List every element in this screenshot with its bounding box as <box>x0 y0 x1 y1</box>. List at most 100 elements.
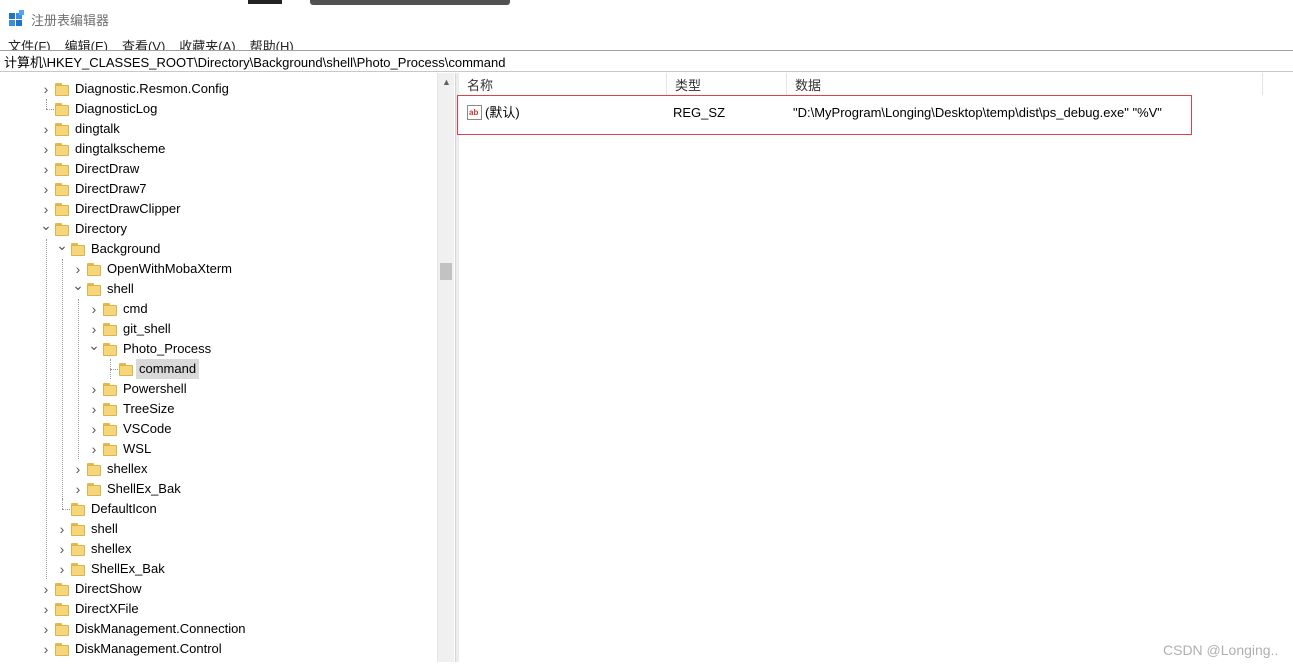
tree-node-label[interactable]: DirectDraw <box>72 159 142 179</box>
tree-node-label[interactable]: dingtalkscheme <box>72 139 168 159</box>
registry-tree[interactable]: › Diagnostic.Resmon.Config DiagnosticLog › d… <box>0 73 455 662</box>
tree-node-label[interactable]: cmd <box>120 299 151 319</box>
tree-node[interactable]: › shellex <box>0 459 437 479</box>
address-bar[interactable]: 计算机\HKEY_CLASSES_ROOT\Directory\Backgrou… <box>0 50 1293 72</box>
scroll-thumb[interactable] <box>440 263 452 280</box>
tree-node[interactable]: › DirectShow <box>0 579 437 599</box>
tree-node[interactable]: › OpenWithMobaXterm <box>0 259 437 279</box>
tree-node[interactable]: › dingtalkscheme <box>0 139 437 159</box>
chevron-right-icon[interactable]: › <box>40 639 52 659</box>
tree-node-label[interactable]: ShellEx_Bak <box>88 559 168 579</box>
address-path[interactable]: 计算机\HKEY_CLASSES_ROOT\Directory\Backgrou… <box>4 52 505 71</box>
chevron-right-icon[interactable]: › <box>40 179 52 199</box>
chevron-right-icon[interactable]: › <box>40 659 52 662</box>
tree-node-label[interactable]: Photo_Process <box>120 339 214 359</box>
tree-node[interactable]: › shellex <box>0 539 437 559</box>
tree-node[interactable]: › DirectDrawClipper <box>0 199 437 219</box>
tree-node[interactable]: › Powershell <box>0 379 437 399</box>
folder-icon <box>55 123 71 136</box>
tree-node[interactable]: ⌄ shell <box>0 277 437 299</box>
chevron-down-icon[interactable]: ⌄ <box>56 235 68 255</box>
tree-node[interactable]: › VSCode <box>0 419 437 439</box>
chevron-right-icon[interactable]: › <box>72 479 84 499</box>
tree-node-label[interactable]: WSL <box>120 439 154 459</box>
chevron-right-icon[interactable]: › <box>40 579 52 599</box>
scroll-up-icon[interactable]: ▲ <box>438 73 455 90</box>
column-header-name[interactable]: 名称 <box>459 73 667 95</box>
tree-node-label[interactable]: DirectShow <box>72 579 144 599</box>
tree-node[interactable]: › TreeSize <box>0 399 437 419</box>
tree-node-label[interactable]: Powershell <box>120 379 190 399</box>
title-bar[interactable]: 注册表编辑器 <box>0 6 1293 32</box>
value-row[interactable]: ab (默认) REG_SZ "D:\MyProgram\Longing\Des… <box>459 102 1293 124</box>
tree-node[interactable]: › cmd <box>0 299 437 319</box>
tree-node[interactable]: DefaultIcon <box>0 499 437 519</box>
tree-node[interactable]: › git_shell <box>0 319 437 339</box>
chevron-right-icon[interactable]: › <box>88 299 100 319</box>
tree-node[interactable]: ⌄ Photo_Process <box>0 337 437 359</box>
tree-node[interactable]: command <box>0 359 437 379</box>
tree-node-label[interactable]: VSCode <box>120 419 174 439</box>
tree-node-label[interactable]: DiskManagement.DataObject <box>72 659 248 662</box>
tree-scrollbar[interactable]: ▲ <box>437 73 454 662</box>
chevron-right-icon[interactable]: › <box>40 159 52 179</box>
tree-node-label[interactable]: DiagnosticLog <box>72 99 160 119</box>
tree-node-label[interactable]: Diagnostic.Resmon.Config <box>72 79 232 99</box>
tree-node-label[interactable]: git_shell <box>120 319 174 339</box>
chevron-right-icon[interactable]: › <box>40 139 52 159</box>
tree-node-label[interactable]: TreeSize <box>120 399 178 419</box>
tree-node-label[interactable]: DiskManagement.Control <box>72 639 225 659</box>
column-header-type[interactable]: 类型 <box>667 73 787 95</box>
tree-node[interactable]: › DiskManagement.Control <box>0 639 437 659</box>
tree-node-label[interactable]: DefaultIcon <box>88 499 160 519</box>
tree-node[interactable]: › DiskManagement.Connection <box>0 619 437 639</box>
tree-node-label[interactable]: OpenWithMobaXterm <box>104 259 235 279</box>
chevron-right-icon[interactable]: › <box>72 459 84 479</box>
tree-node[interactable]: › Diagnostic.Resmon.Config <box>0 79 437 99</box>
chevron-right-icon[interactable]: › <box>88 379 100 399</box>
tree-node-label[interactable]: shellex <box>104 459 150 479</box>
chevron-right-icon[interactable]: › <box>40 599 52 619</box>
tree-node-label[interactable]: DiskManagement.Connection <box>72 619 249 639</box>
tree-node-label[interactable]: Directory <box>72 219 130 239</box>
tree-node[interactable]: › ShellEx_Bak <box>0 479 437 499</box>
tree-node-label[interactable]: shell <box>104 279 137 299</box>
tree-node[interactable]: › DirectDraw <box>0 159 437 179</box>
tree-node-label[interactable]: DirectXFile <box>72 599 142 619</box>
folder-icon <box>71 563 87 576</box>
tree-node[interactable]: › DirectDraw7 <box>0 179 437 199</box>
value-name[interactable]: (默认) <box>485 102 520 124</box>
folder-icon <box>55 83 71 96</box>
chevron-right-icon[interactable]: › <box>40 79 52 99</box>
tree-node[interactable]: › shell <box>0 519 437 539</box>
chevron-right-icon[interactable]: › <box>56 539 68 559</box>
chevron-right-icon[interactable]: › <box>56 559 68 579</box>
column-header-data[interactable]: 数据 <box>787 73 1263 95</box>
tree-node[interactable]: › DiskManagement.DataObject <box>0 659 437 662</box>
tree-node-label[interactable]: shell <box>88 519 121 539</box>
tree-node-label[interactable]: DirectDraw7 <box>72 179 150 199</box>
chevron-down-icon[interactable]: ⌄ <box>88 335 100 355</box>
tree-node[interactable]: › DirectXFile <box>0 599 437 619</box>
chevron-right-icon[interactable]: › <box>40 619 52 639</box>
tree-node-label[interactable]: ShellEx_Bak <box>104 479 184 499</box>
tree-node[interactable]: › WSL <box>0 439 437 459</box>
tree-node[interactable]: DiagnosticLog <box>0 99 437 119</box>
chevron-right-icon[interactable]: › <box>56 519 68 539</box>
tree-node-label[interactable]: Background <box>88 239 163 259</box>
tree-node[interactable]: ⌄ Background <box>0 237 437 259</box>
chevron-down-icon[interactable]: ⌄ <box>40 215 52 235</box>
chevron-right-icon[interactable]: › <box>88 399 100 419</box>
chevron-right-icon[interactable]: › <box>40 119 52 139</box>
tree-node-label[interactable]: dingtalk <box>72 119 123 139</box>
tree-connector-line <box>46 99 47 109</box>
tree-node[interactable]: › dingtalk <box>0 119 437 139</box>
chevron-down-icon[interactable]: ⌄ <box>72 275 84 295</box>
tree-node[interactable]: › ShellEx_Bak <box>0 559 437 579</box>
tree-node-label-selected[interactable]: command <box>136 359 200 379</box>
tree-node-label[interactable]: DirectDrawClipper <box>72 199 183 219</box>
tree-node-label[interactable]: shellex <box>88 539 134 559</box>
chevron-right-icon[interactable]: › <box>88 439 100 459</box>
chevron-right-icon[interactable]: › <box>88 419 100 439</box>
window-title: 注册表编辑器 <box>31 12 110 28</box>
